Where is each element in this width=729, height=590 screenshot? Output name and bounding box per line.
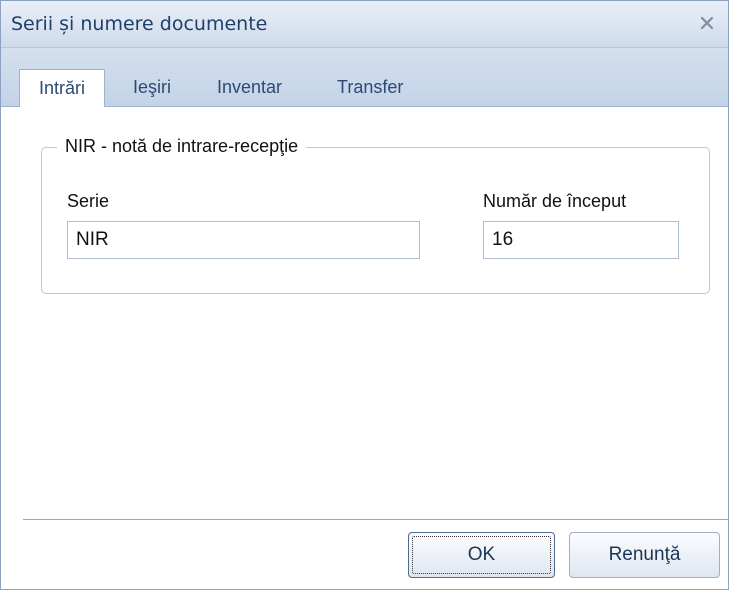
ok-button[interactable]: OK xyxy=(408,532,555,578)
dialog-window: Serii și numere documente Intrări Ieşiri… xyxy=(0,0,729,590)
groupbox-legend: NIR - notă de intrare-recepţie xyxy=(57,136,307,157)
series-label: Serie xyxy=(67,191,110,211)
tab-label: Inventar xyxy=(217,77,283,97)
start-number-input[interactable]: 16 xyxy=(483,221,679,259)
tab-bar: Intrări Ieşiri Inventar Transfer xyxy=(1,48,728,107)
tab-content: NIR - notă de intrare-recepţie Serie NIR… xyxy=(1,107,728,507)
focus-rectangle xyxy=(412,536,551,574)
start-number-label: Număr de început xyxy=(483,191,627,211)
cancel-button-label: Renunţă xyxy=(608,544,681,565)
tab-label: Transfer xyxy=(337,77,404,97)
tab-transfer[interactable]: Transfer xyxy=(337,69,403,105)
tab-inventar[interactable]: Inventar xyxy=(217,69,282,105)
tab-iesiri[interactable]: Ieşiri xyxy=(133,69,171,105)
tab-intrari[interactable]: Intrări xyxy=(19,69,105,107)
cancel-button[interactable]: Renunţă xyxy=(569,532,720,578)
window-title: Serii și numere documente xyxy=(11,13,268,35)
footer-separator xyxy=(23,519,728,521)
title-bar: Serii și numere documente xyxy=(1,1,728,48)
tab-label: Ieşiri xyxy=(133,77,172,97)
series-input[interactable]: NIR xyxy=(67,221,420,259)
close-button[interactable] xyxy=(694,11,720,35)
tab-label: Intrări xyxy=(38,78,85,98)
close-icon xyxy=(700,16,714,30)
